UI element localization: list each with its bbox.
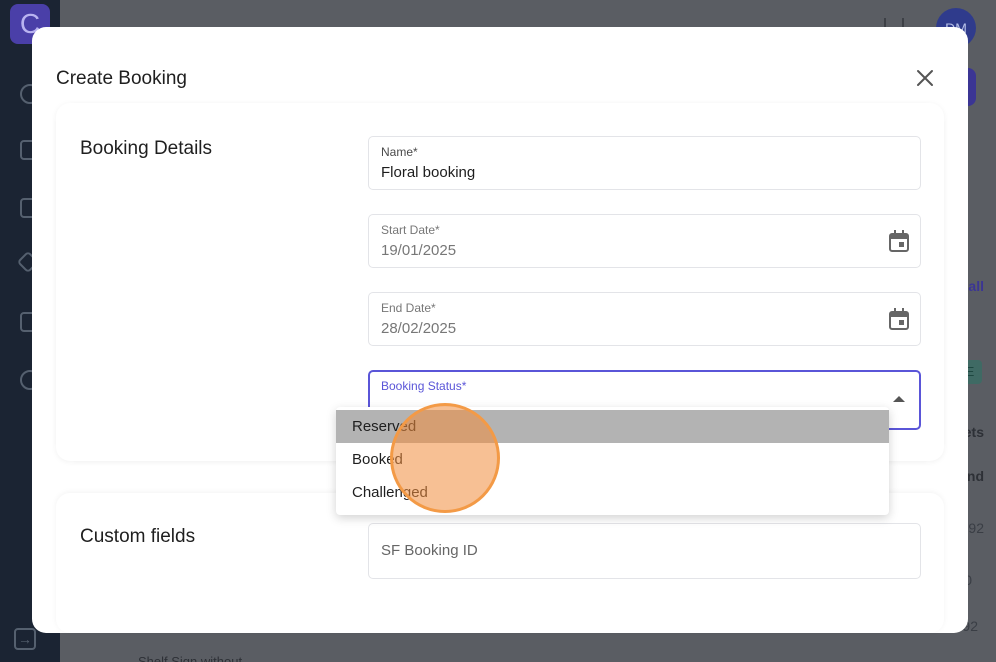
booking-status-dropdown: Reserved Booked Challenged	[336, 407, 889, 515]
background-text: 92	[968, 520, 984, 536]
start-date-input[interactable]: 19/01/2025	[381, 242, 456, 259]
field-label: End Date*	[381, 301, 436, 315]
section-heading: Booking Details	[80, 138, 213, 159]
background-text: nd	[966, 468, 984, 484]
logout-icon[interactable]: →	[14, 628, 36, 650]
sf-booking-id-input[interactable]: SF Booking ID	[381, 542, 478, 559]
sf-booking-id-field[interactable]: SF Booking ID	[368, 523, 921, 579]
option-booked[interactable]: Booked	[336, 443, 889, 476]
name-input[interactable]: Floral booking	[381, 164, 475, 181]
option-challenged[interactable]: Challenged	[336, 476, 889, 509]
create-booking-modal: Create Booking Booking Details Name* Flo…	[32, 27, 968, 633]
start-date-field[interactable]: Start Date* 19/01/2025	[368, 214, 921, 268]
option-reserved[interactable]: Reserved	[336, 410, 889, 443]
end-date-field[interactable]: End Date* 28/02/2025	[368, 292, 921, 346]
section-heading: Custom fields	[80, 526, 196, 547]
close-icon[interactable]	[913, 66, 937, 90]
field-label: Start Date*	[381, 223, 440, 237]
background-view-all-link[interactable]: all	[968, 278, 984, 294]
name-field[interactable]: Name* Floral booking	[368, 136, 921, 190]
field-label: Booking Status*	[381, 379, 467, 393]
calendar-icon[interactable]	[888, 229, 910, 253]
end-date-input[interactable]: 28/02/2025	[381, 320, 456, 337]
background-row-text: Shelf Sign without	[138, 654, 243, 662]
calendar-icon[interactable]	[888, 307, 910, 331]
modal-title: Create Booking	[56, 68, 187, 89]
field-label: Name*	[381, 145, 418, 159]
chevron-up-icon[interactable]	[893, 396, 905, 402]
